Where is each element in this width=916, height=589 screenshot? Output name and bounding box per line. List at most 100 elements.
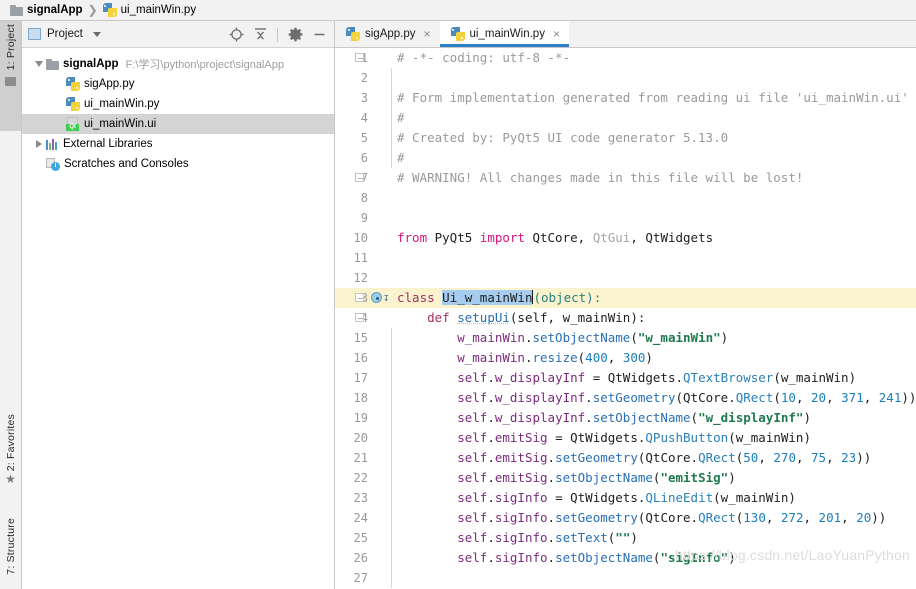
fold-marker-icon[interactable] <box>355 53 365 63</box>
line-number: 16 <box>353 351 368 365</box>
tree-item-scratches-and-consoles[interactable]: Scratches and Consoles <box>22 154 334 174</box>
code-line-text: self.emitSig.setObjectName("emitSig") <box>457 470 736 485</box>
project-panel-title: Project <box>47 28 83 40</box>
breadcrumb-item-project[interactable]: signalApp <box>10 0 83 21</box>
sidebar-item-project[interactable]: 1: Project <box>0 21 21 131</box>
project-panel: Project signalApp F:\学习\python\project\s… <box>22 21 335 589</box>
code-line: 17 self.w_displayInf = QtWidgets.QTextBr… <box>335 368 916 388</box>
python-file-icon <box>66 77 80 91</box>
code-line: 18 self.w_displayInf.setGeometry(QtCore.… <box>335 388 916 408</box>
code-line-text: self.sigInfo.setText("") <box>457 530 638 545</box>
code-line: 12 <box>335 268 916 288</box>
tree-item-label: ui_mainWin.py <box>84 98 160 110</box>
project-panel-toolbar <box>225 21 330 48</box>
line-number: 9 <box>360 211 368 225</box>
code-line-text: class Ui_w_mainWin(object): <box>397 290 602 305</box>
project-panel-header: Project <box>22 21 334 48</box>
code-line: 25 self.sigInfo.setText("") <box>335 528 916 548</box>
project-view-icon <box>28 28 41 40</box>
line-number: 20 <box>353 431 368 445</box>
code-line: 7 # WARNING! All changes made in this fi… <box>335 168 916 188</box>
code-line-current: 13 ↧ class Ui_w_mainWin(object): <box>335 288 916 308</box>
folder-icon <box>5 77 16 87</box>
locate-target-icon[interactable] <box>225 24 247 46</box>
selected-text: Ui_w_mainWin <box>442 290 533 305</box>
code-line-text: self.emitSig.setGeometry(QtCore.QRect(50… <box>457 450 872 465</box>
folder-icon <box>10 4 23 16</box>
tree-item-label: signalApp <box>63 58 119 70</box>
line-number: 10 <box>353 231 368 245</box>
code-line: 5 # Created by: PyQt5 UI code generator … <box>335 128 916 148</box>
chevron-right-icon[interactable] <box>32 134 46 154</box>
line-number: 25 <box>353 531 368 545</box>
code-line: 1 # -*- coding: utf-8 -*- <box>335 48 916 68</box>
tree-item-signalApp[interactable]: signalApp F:\学习\python\project\signalApp <box>22 54 334 74</box>
code-line-text: def setupUi(self, w_mainWin): <box>427 310 646 325</box>
tab-sigApp-py[interactable]: sigApp.py × <box>335 21 440 47</box>
tree-item-ui-mainWin-py[interactable]: ui_mainWin.py <box>22 94 334 114</box>
code-line: 14 def setupUi(self, w_mainWin): <box>335 308 916 328</box>
code-line-text: w_mainWin.resize(400, 300) <box>457 350 653 365</box>
tree-item-ui-mainWin-ui[interactable]: Qt ui_mainWin.ui <box>22 114 334 134</box>
code-line: 6 # <box>335 148 916 168</box>
chevron-down-icon[interactable] <box>32 54 46 74</box>
python-file-icon <box>66 97 80 111</box>
code-line: 19 self.w_displayInf.setObjectName("w_di… <box>335 408 916 428</box>
sidebar-item-favorites[interactable]: 2: Favorites ★ <box>0 411 21 511</box>
line-number: 27 <box>353 571 368 585</box>
fold-marker-icon[interactable] <box>355 173 365 183</box>
code-line: 27 <box>335 568 916 588</box>
line-number: 19 <box>353 411 368 425</box>
python-file-icon <box>102 3 117 17</box>
code-line: 22 self.emitSig.setObjectName("emitSig") <box>335 468 916 488</box>
class-marker-icon[interactable]: ↧ <box>371 288 391 308</box>
breadcrumb-item-file[interactable]: ui_mainWin.py <box>102 0 196 21</box>
line-number: 11 <box>353 251 368 265</box>
tree-item-label: sigApp.py <box>84 78 135 90</box>
chevron-down-icon[interactable] <box>92 31 101 37</box>
fold-marker-icon[interactable] <box>355 293 365 303</box>
tab-ui-mainWin-py[interactable]: ui_mainWin.py × <box>439 21 570 47</box>
code-line: 15 w_mainWin.setObjectName("w_mainWin") <box>335 328 916 348</box>
code-line-text: # WARNING! All changes made in this file… <box>397 170 804 185</box>
tree-item-label: ui_mainWin.ui <box>84 118 157 130</box>
pycharm-window: signalApp ❯ ui_mainWin.py 1: Project 2: … <box>0 0 916 589</box>
sidebar-item-structure-label: 7: Structure <box>4 518 17 575</box>
minimize-icon[interactable] <box>308 24 330 46</box>
collapse-all-icon[interactable] <box>249 24 271 46</box>
line-number: 2 <box>360 71 368 85</box>
code-line: 11 <box>335 248 916 268</box>
code-line: 4 # <box>335 108 916 128</box>
line-number: 18 <box>353 391 368 405</box>
tree-item-external-libraries[interactable]: External Libraries <box>22 134 334 154</box>
fold-marker-icon[interactable] <box>355 313 365 323</box>
tree-item-label: Scratches and Consoles <box>64 158 189 170</box>
line-number: 17 <box>353 371 368 385</box>
line-number: 21 <box>353 451 368 465</box>
project-panel-title-group[interactable]: Project <box>28 28 101 40</box>
close-icon[interactable]: × <box>553 27 560 41</box>
code-editor[interactable]: 1 # -*- coding: utf-8 -*- 2 3 # Form imp… <box>335 48 916 589</box>
editor-area: sigApp.py × ui_mainWin.py × 1 # -*- codi… <box>335 21 916 589</box>
tab-label: ui_mainWin.py <box>469 28 545 40</box>
toolbar-divider <box>277 27 278 42</box>
line-number: 23 <box>353 491 368 505</box>
code-line-text: # Created by: PyQt5 UI code generator 5.… <box>397 130 729 145</box>
tree-item-path: F:\学习\python\project\signalApp <box>125 59 284 71</box>
code-line-text: self.w_displayInf.setGeometry(QtCore.QRe… <box>457 390 916 405</box>
line-number: 24 <box>353 511 368 525</box>
settings-gear-icon[interactable] <box>284 24 306 46</box>
code-line-text: from PyQt5 import QtCore, QtGui, QtWidge… <box>397 230 714 245</box>
close-icon[interactable]: × <box>424 27 431 41</box>
line-number: 8 <box>360 191 368 205</box>
tree-item-sigApp-py[interactable]: sigApp.py <box>22 74 334 94</box>
sidebar-item-project-label: 1: Project <box>4 24 17 71</box>
line-number: 15 <box>353 331 368 345</box>
code-line: 3 # Form implementation generated from r… <box>335 88 916 108</box>
code-line-text: # -*- coding: utf-8 -*- <box>397 50 571 65</box>
python-file-icon <box>450 27 465 41</box>
code-line-text: w_mainWin.setObjectName("w_mainWin") <box>457 330 729 345</box>
code-line: 23 self.sigInfo = QtWidgets.QLineEdit(w_… <box>335 488 916 508</box>
code-line-text: # Form implementation generated from rea… <box>397 90 909 105</box>
sidebar-item-structure[interactable]: 7: Structure <box>0 515 21 589</box>
